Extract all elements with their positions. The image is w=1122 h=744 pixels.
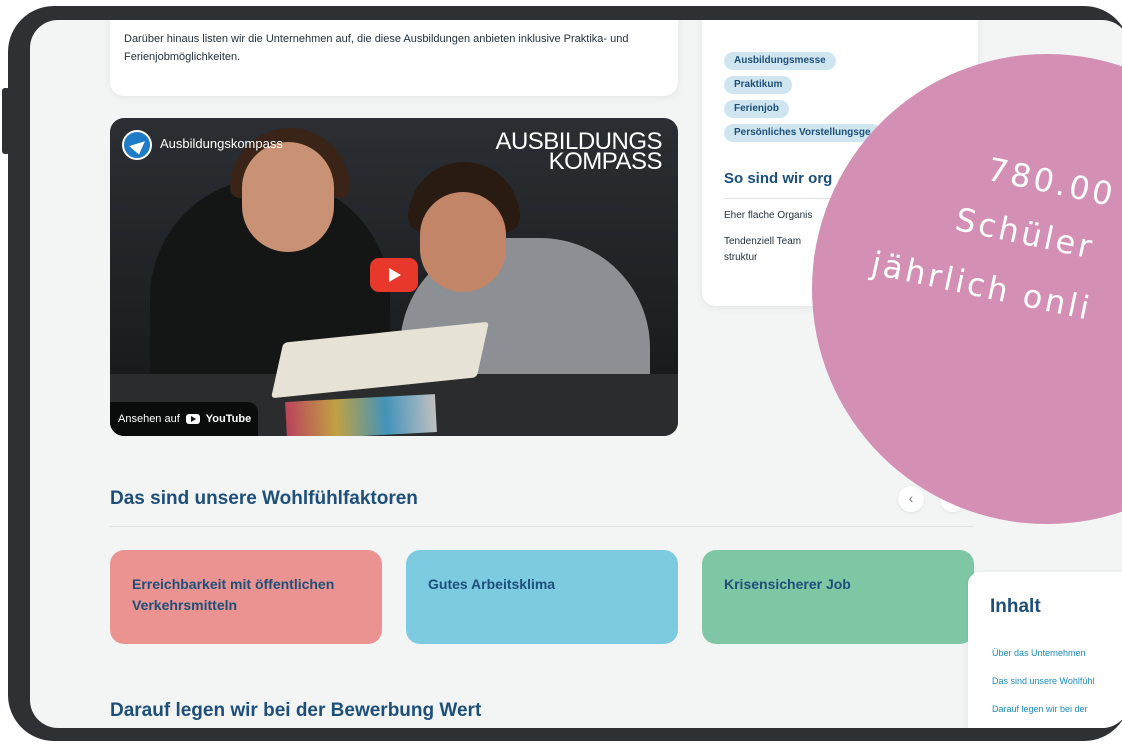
tag-ferienjob: Ferienjob xyxy=(724,100,790,118)
factor-card-label: Krisensicherer Job xyxy=(724,576,851,592)
factor-card-climate[interactable]: Gutes Arbeitsklima xyxy=(406,550,678,644)
promo-line-1: 780.00 xyxy=(984,150,1120,215)
toc-item[interactable]: Das sind unsere Wohlfühl xyxy=(992,676,1094,686)
youtube-label: YouTube xyxy=(205,413,252,425)
tag-praktikum: Praktikum xyxy=(724,76,793,94)
carousel-prev-button[interactable]: ‹ xyxy=(898,486,924,512)
tablet-screen: Darüber hinaus listen wir die Unternehme… xyxy=(30,20,1122,728)
toc-item[interactable]: Darauf legen wir bei der xyxy=(992,704,1088,714)
video-face-woman xyxy=(242,142,334,252)
intro-card: Darüber hinaus listen wir die Unternehme… xyxy=(110,20,678,96)
table-of-contents: Inhalt Über das Unternehmen Das sind uns… xyxy=(968,572,1122,728)
toc-title: Inhalt xyxy=(990,596,1041,617)
factor-card-transport[interactable]: Erreichbarkeit mit öffentli­chen Verkehr… xyxy=(110,550,382,644)
watch-on-youtube-button[interactable]: Ansehen auf YouTube xyxy=(110,402,258,436)
factors-heading: Das sind unsere Wohlfühlfaktoren xyxy=(110,488,418,509)
video-title[interactable]: Ausbildungskompass xyxy=(160,136,283,151)
organisation-item: Tendenziell Team struktur xyxy=(724,236,802,263)
tag-vorstellungsgespraech: Persönliches Vorstellungsge xyxy=(724,124,881,142)
factor-card-job-security[interactable]: Krisensicherer Job xyxy=(702,550,974,644)
organisation-item: Eher flache Organis xyxy=(724,210,813,221)
tag-ausbildungsmesse: Ausbildungsmesse xyxy=(724,52,836,70)
intro-text: Darüber hinaus listen wir die Unternehme… xyxy=(124,33,629,63)
channel-logo-icon[interactable] xyxy=(122,130,152,160)
video-magazine xyxy=(285,394,437,436)
toc-item[interactable]: Über das Unternehmen xyxy=(992,648,1086,658)
video-player[interactable]: Ausbildungskompass AUSBILDUNGS KOMPASS A… xyxy=(110,118,678,436)
application-heading: Darauf legen wir bei der Bewerbung Wert xyxy=(110,700,482,721)
youtube-icon xyxy=(185,414,200,424)
organisation-heading: So sind wir org xyxy=(724,170,833,187)
tablet-frame: Darüber hinaus listen wir die Unternehme… xyxy=(8,6,1122,741)
watch-on-label: Ansehen auf xyxy=(118,413,180,425)
video-brand-logo: AUSBILDUNGS KOMPASS xyxy=(495,130,663,175)
play-button[interactable] xyxy=(370,258,418,292)
factors-divider xyxy=(110,526,974,527)
factor-card-label: Erreichbarkeit mit öffentli­chen Verkehr… xyxy=(132,576,335,613)
factor-card-label: Gutes Arbeitsklima xyxy=(428,576,556,592)
video-face-boy xyxy=(420,192,506,292)
promo-line-2: Schüler xyxy=(952,200,1099,267)
video-brand-line2: KOMPASS xyxy=(548,148,663,175)
